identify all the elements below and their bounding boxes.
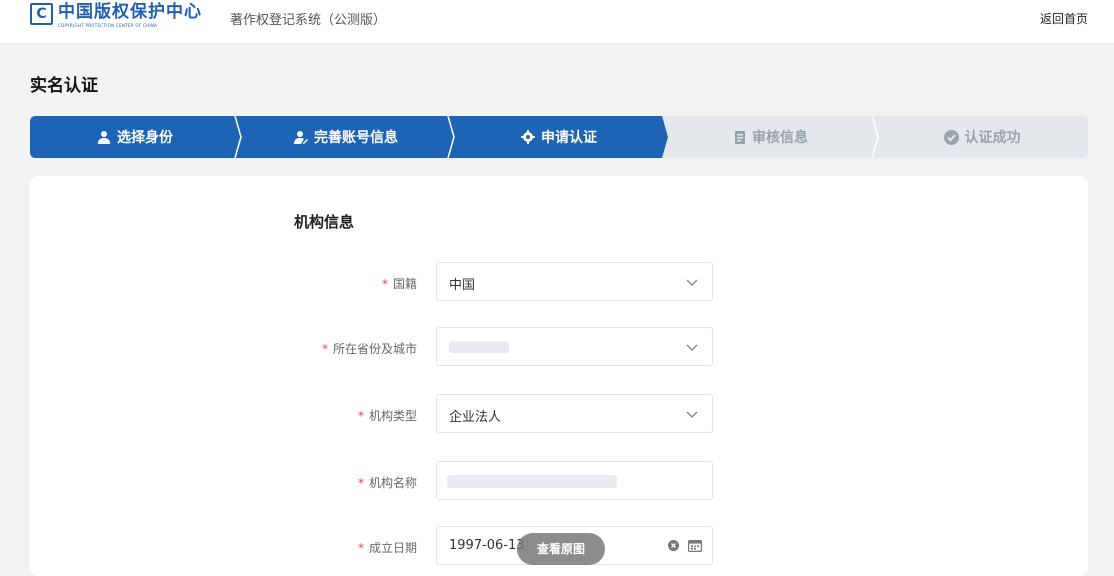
top-bar: C 中国版权保护中心 COPYRIGHT PROTECTION CENTER O…	[0, 0, 1114, 44]
form-card	[30, 176, 1088, 576]
step-label: 审核信息	[752, 130, 808, 146]
user-icon	[97, 130, 111, 144]
nationality-value: 中国	[449, 278, 476, 293]
system-name: 著作权登记系统（公测版）	[230, 13, 387, 28]
logo-english-text: COPYRIGHT PROTECTION CENTER OF CHINA	[58, 23, 158, 28]
step-apply-certification: 申请认证	[452, 116, 666, 158]
required-mark: *	[357, 409, 364, 423]
calendar-icon[interactable]	[688, 539, 703, 556]
required-mark: *	[321, 342, 328, 356]
back-home-link[interactable]: 返回首页	[1040, 10, 1088, 27]
chevron-down-icon	[686, 408, 698, 423]
nationality-select[interactable]: 中国	[436, 262, 713, 301]
chevron-down-icon	[686, 276, 698, 291]
nationality-label: * 国籍	[381, 277, 417, 291]
page-title: 实名认证	[30, 76, 98, 96]
step-progress-bar: 选择身份 完善账号信息 申请认证 审核信息 认证成功	[30, 116, 1088, 158]
document-icon	[734, 130, 746, 144]
found-date-value: 1997-06-13	[449, 538, 525, 553]
step-certification-success: 认证成功	[876, 116, 1088, 158]
found-date-label: * 成立日期	[357, 541, 417, 555]
step-label: 申请认证	[541, 130, 597, 146]
gear-icon	[521, 130, 535, 144]
org-name-label: * 机构名称	[357, 476, 417, 490]
required-mark: *	[357, 476, 364, 490]
required-mark: *	[357, 541, 364, 555]
step-label: 认证成功	[964, 130, 1021, 146]
logo[interactable]: C 中国版权保护中心 COPYRIGHT PROTECTION CENTER O…	[30, 2, 214, 31]
org-type-label: * 机构类型	[357, 409, 417, 423]
redacted-value	[449, 341, 509, 353]
redacted-value	[447, 475, 617, 488]
org-name-input[interactable]	[436, 461, 713, 500]
step-label: 完善账号信息	[314, 130, 398, 146]
step-select-identity: 选择身份	[30, 116, 240, 158]
province-city-select[interactable]	[436, 327, 713, 366]
check-circle-icon	[943, 129, 959, 145]
required-mark: *	[381, 277, 388, 291]
logo-text: 中国版权保护中心	[58, 2, 202, 22]
section-title: 机构信息	[294, 213, 355, 231]
user-edit-icon	[294, 130, 308, 144]
step-label: 选择身份	[117, 130, 173, 146]
view-original-button[interactable]: 查看原图	[517, 533, 605, 565]
org-type-select[interactable]: 企业法人	[436, 394, 713, 433]
org-type-value: 企业法人	[449, 410, 502, 425]
step-complete-account: 完善账号信息	[240, 116, 452, 158]
logo-mark: C	[30, 3, 53, 25]
chevron-down-icon	[686, 341, 698, 356]
step-review-info: 审核信息	[666, 116, 876, 158]
clear-icon[interactable]	[668, 540, 679, 555]
province-city-label: * 所在省份及城市	[321, 342, 417, 356]
